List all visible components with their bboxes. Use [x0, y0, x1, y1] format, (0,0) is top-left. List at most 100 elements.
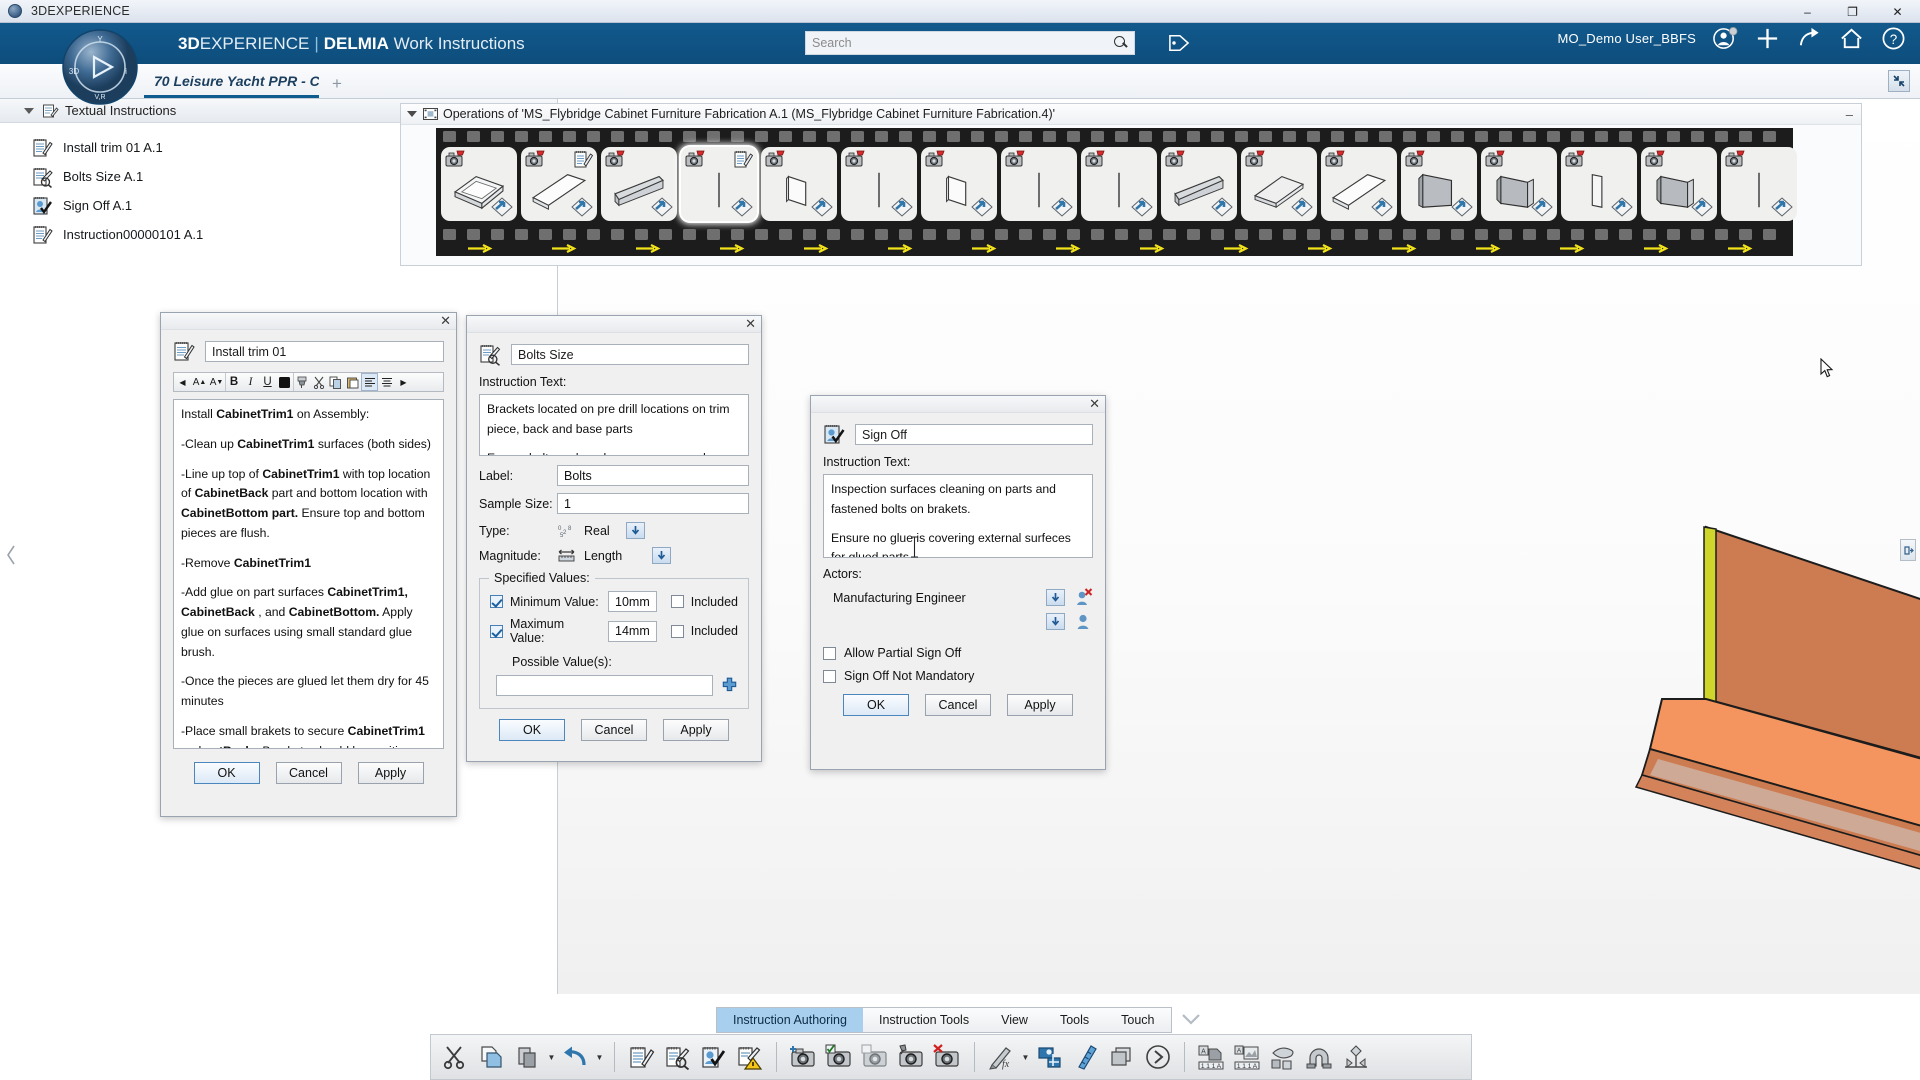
instruction-rich-text[interactable]: Install CabinetTrim1 on Assembly:-Clean …: [173, 399, 444, 749]
help-icon[interactable]: ?: [1881, 26, 1906, 51]
validate-capture-icon[interactable]: [823, 1039, 856, 1075]
format-painter-icon[interactable]: [293, 373, 310, 391]
filmstrip-frame[interactable]: [1641, 147, 1717, 221]
maximum-value-checkbox[interactable]: [490, 625, 503, 638]
install-trim-dialog[interactable]: ✕ ◀ A▲ A▼ B I U: [160, 312, 457, 817]
filmstrip-frame[interactable]: [1321, 147, 1397, 221]
filmstrip-frame[interactable]: [1081, 147, 1157, 221]
minimize-button[interactable]: –: [1785, 0, 1830, 23]
tab-ppr[interactable]: 70 Leisure Yacht PPR - Con: [144, 67, 319, 98]
maximum-value-input[interactable]: 14mm: [608, 621, 657, 642]
bolts-size-dialog[interactable]: ✕ Instruction Text: Brackets located on …: [466, 315, 762, 762]
text-3d-icon[interactable]: A 1 1 1 A: [1195, 1039, 1228, 1075]
filmstrip-frame[interactable]: [841, 147, 917, 221]
share-icon[interactable]: [1797, 26, 1822, 51]
filmstrip-frame[interactable]: [1241, 147, 1317, 221]
image-3d-icon[interactable]: A 1 1 1 A: [1231, 1039, 1264, 1075]
rich-text-toolbar[interactable]: ◀ A▲ A▼ B I U: [173, 372, 444, 392]
layers-icon[interactable]: [1105, 1039, 1138, 1075]
cut-icon[interactable]: [310, 373, 327, 391]
collapse-panel-button[interactable]: [1888, 70, 1910, 92]
filmstrip-frame[interactable]: [1481, 147, 1557, 221]
action-tab-instruction-tools[interactable]: Instruction Tools: [863, 1008, 985, 1032]
sample-size-value[interactable]: 1: [557, 493, 749, 514]
apply-button[interactable]: Apply: [663, 719, 729, 741]
pin-capture-icon[interactable]: [895, 1039, 928, 1075]
undo-icon[interactable]: [559, 1039, 592, 1075]
sign-off-dialog[interactable]: ✕ Instruction Text: Inspection surfaces …: [810, 395, 1106, 770]
cancel-button[interactable]: Cancel: [581, 719, 647, 741]
inspect-instruction-icon[interactable]: [661, 1039, 694, 1075]
not-mandatory-checkbox[interactable]: [823, 670, 836, 683]
magnitude-dropdown-button[interactable]: [652, 547, 671, 564]
instruction-name-input[interactable]: [855, 424, 1093, 445]
cut-icon[interactable]: [439, 1039, 472, 1075]
add-plus-icon[interactable]: [721, 677, 738, 694]
add-tab-button[interactable]: +: [332, 74, 342, 94]
maximum-included-checkbox[interactable]: [671, 625, 684, 638]
dialog-titlebar[interactable]: ✕: [467, 316, 761, 333]
actor-dropdown-button[interactable]: [1046, 589, 1065, 606]
measure-icon[interactable]: [1069, 1039, 1102, 1075]
tag-icon[interactable]: [1168, 33, 1190, 53]
filmstrip-frame[interactable]: [1401, 147, 1477, 221]
add-actor-icon[interactable]: [1074, 612, 1093, 631]
filmstrip-frame[interactable]: [681, 147, 757, 221]
action-tab-view[interactable]: View: [985, 1008, 1044, 1032]
filmstrip-frame[interactable]: [441, 147, 517, 221]
minimum-included-checkbox[interactable]: [671, 595, 684, 608]
user-name-label[interactable]: MO_Demo User_BBFS: [1558, 31, 1697, 46]
next-arrow-icon[interactable]: [1141, 1039, 1174, 1075]
filmstrip-frame[interactable]: [521, 147, 597, 221]
dialog-titlebar[interactable]: ✕: [811, 396, 1105, 413]
operations-title-bar[interactable]: Operations of 'MS_Flybridge Cabinet Furn…: [401, 104, 1861, 125]
apply-button[interactable]: Apply: [358, 762, 424, 784]
operations-filmstrip[interactable]: [436, 128, 1793, 256]
apply-button[interactable]: Apply: [1007, 694, 1073, 716]
annotation-caret[interactable]: ▼: [1021, 1039, 1030, 1075]
actor-dropdown-button[interactable]: [1046, 613, 1065, 630]
action-tab-touch[interactable]: Touch: [1105, 1008, 1170, 1032]
paste-icon[interactable]: [344, 373, 361, 391]
create-instruction-icon[interactable]: [625, 1039, 658, 1075]
assembly-icon[interactable]: [1339, 1039, 1372, 1075]
cancel-button[interactable]: Cancel: [276, 762, 342, 784]
snapshot-icon[interactable]: [1033, 1039, 1066, 1075]
toolbar-prev-icon[interactable]: ◀: [174, 373, 191, 391]
expand-collapse-icon[interactable]: [407, 111, 417, 117]
undo-dropdown-caret[interactable]: ▼: [595, 1039, 604, 1075]
type-dropdown-button[interactable]: [626, 522, 645, 539]
pick-parts-icon[interactable]: [1267, 1039, 1300, 1075]
signoff-instruction-icon[interactable]: [697, 1039, 730, 1075]
possible-values-input[interactable]: [496, 675, 713, 696]
close-button[interactable]: ✕: [1875, 0, 1920, 23]
warning-instruction-icon[interactable]: [733, 1039, 766, 1075]
close-icon[interactable]: ✕: [440, 313, 451, 329]
close-icon[interactable]: ✕: [745, 316, 756, 332]
cancel-button[interactable]: Cancel: [925, 694, 991, 716]
search-input[interactable]: [812, 36, 1114, 50]
filmstrip-frame[interactable]: [1001, 147, 1077, 221]
action-tab-instruction-authoring[interactable]: Instruction Authoring: [717, 1008, 863, 1032]
grow-font-icon[interactable]: A▲: [191, 373, 208, 391]
label-field-value[interactable]: Bolts: [557, 465, 749, 486]
align-left-button[interactable]: [361, 373, 378, 391]
filmstrip-frame[interactable]: [1561, 147, 1637, 221]
add-capture-icon[interactable]: [787, 1039, 820, 1075]
bold-button[interactable]: B: [225, 373, 242, 391]
copy-icon[interactable]: [475, 1039, 508, 1075]
filmstrip-frame[interactable]: [761, 147, 837, 221]
align-center-button[interactable]: [378, 373, 395, 391]
instruction-text-area[interactable]: Brackets located on pre drill locations …: [479, 394, 749, 456]
filmstrip-frame[interactable]: [1161, 147, 1237, 221]
action-tab-tools[interactable]: Tools: [1044, 1008, 1105, 1032]
search-icon[interactable]: [1114, 36, 1128, 50]
instruction-text-area[interactable]: Inspection surfaces cleaning on parts an…: [823, 474, 1093, 558]
check-capture-icon[interactable]: [859, 1039, 892, 1075]
ok-button[interactable]: OK: [843, 694, 909, 716]
filmstrip-frame[interactable]: [921, 147, 997, 221]
filmstrip-frame[interactable]: [1721, 147, 1797, 221]
ok-button[interactable]: OK: [499, 719, 565, 741]
paste-dropdown-caret[interactable]: ▼: [547, 1039, 556, 1075]
filmstrip-frame[interactable]: [601, 147, 677, 221]
